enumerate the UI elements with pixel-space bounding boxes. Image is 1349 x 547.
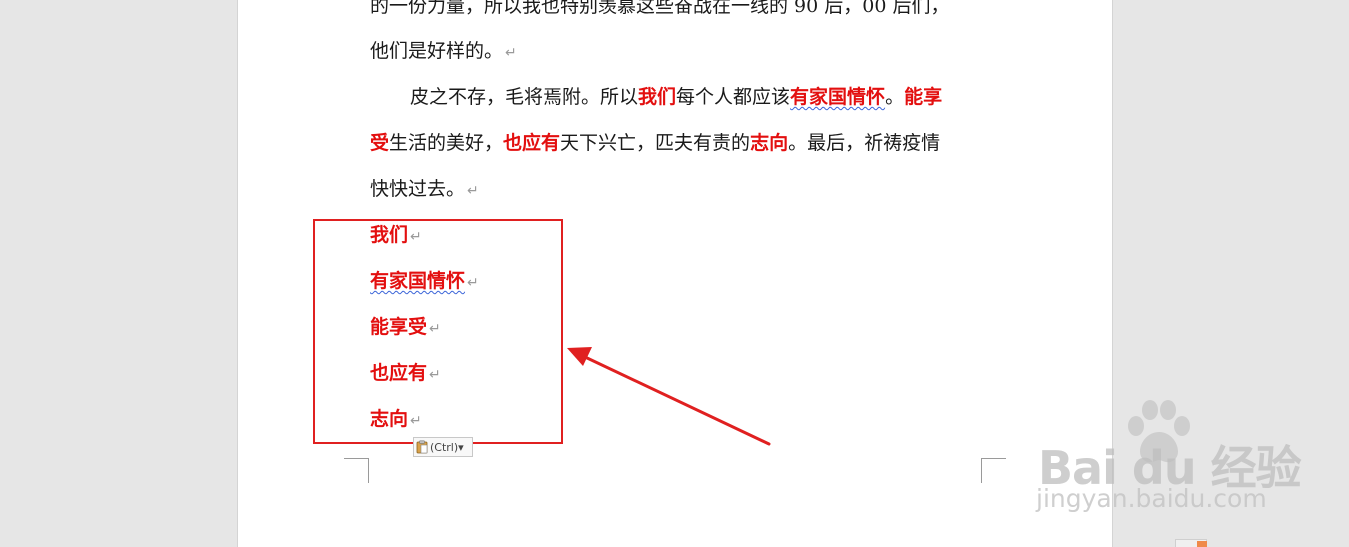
text-run: 。 [885, 86, 905, 108]
clipboard-icon [416, 440, 428, 454]
paragraph-mark-icon: ↵ [410, 229, 422, 245]
text-run: 天下兴亡，匹夫有责的 [560, 132, 751, 154]
text-run: 他们是好样的。 [370, 40, 504, 62]
paragraph-mark-icon: ↵ [505, 45, 517, 61]
bold-red-text: 也应有 [503, 132, 561, 154]
paragraph-mark-icon: ↵ [467, 183, 479, 199]
pasted-item[interactable]: 我们 ↵ [370, 220, 422, 250]
pasted-item-text: 我们 [370, 224, 409, 246]
pasted-item[interactable]: 也应有 ↵ [370, 358, 441, 388]
pasted-item[interactable]: 志向 ↵ [370, 404, 422, 434]
bold-red-text: 志向 [750, 132, 789, 154]
pasted-item-text: 有家国情怀 [370, 270, 466, 292]
bold-red-text: 有家国情怀 [790, 86, 886, 108]
bold-red-text: 能享 [904, 86, 943, 108]
pasted-item-text: 志向 [370, 408, 409, 430]
margin-corner-mark [344, 458, 369, 483]
pasted-item-text: 也应有 [370, 362, 428, 384]
paste-options-button[interactable]: (Ctrl)▾ [413, 437, 473, 457]
paragraph-mark-icon: ↵ [429, 367, 441, 383]
word-editor-viewport: 的一份力量，所以我也特别羡慕这些奋战在一线的 90 后，00 后们， 他们是好样… [0, 0, 1349, 547]
paragraph-line: 的一份力量，所以我也特别羡慕这些奋战在一线的 90 后，00 后们， [370, 0, 949, 21]
text-run: 的一份力量，所以我也特别羡慕这些奋战在一线的 90 后，00 后们， [370, 0, 950, 17]
bold-red-text: 我们 [638, 86, 677, 108]
pasted-item-text: 能享受 [370, 316, 428, 338]
text-run: 每个人都应该 [676, 86, 791, 108]
paragraph-mark-icon: ↵ [467, 275, 479, 291]
text-run: 快快过去。 [370, 178, 466, 200]
text-run: 皮之不存，毛将焉附。所以 [410, 86, 639, 108]
pasted-item[interactable]: 有家国情怀 ↵ [370, 266, 479, 296]
text-run: 生活的美好， [389, 132, 504, 154]
paragraph-mark-icon: ↵ [410, 413, 422, 429]
margin-corner-mark [981, 458, 1006, 483]
paste-options-label: (Ctrl)▾ [430, 440, 464, 454]
paragraph-mark-icon: ↵ [429, 321, 441, 337]
bold-red-text: 受 [370, 132, 390, 154]
app-icon [1197, 541, 1207, 547]
paragraph-line: 受生活的美好，也应有天下兴亡，匹夫有责的志向。最后，祈祷疫情 [370, 128, 940, 158]
text-run: 。最后，祈祷疫情 [788, 132, 941, 154]
paragraph-line: 皮之不存，毛将焉附。所以我们每个人都应该有家国情怀。能享 [370, 82, 942, 112]
paragraph-line: 快快过去。 ↵ [370, 174, 479, 204]
pasted-item[interactable]: 能享受 ↵ [370, 312, 441, 342]
paw-logo-icon [1128, 400, 1190, 463]
paragraph-line: 他们是好样的。 ↵ [370, 36, 517, 66]
